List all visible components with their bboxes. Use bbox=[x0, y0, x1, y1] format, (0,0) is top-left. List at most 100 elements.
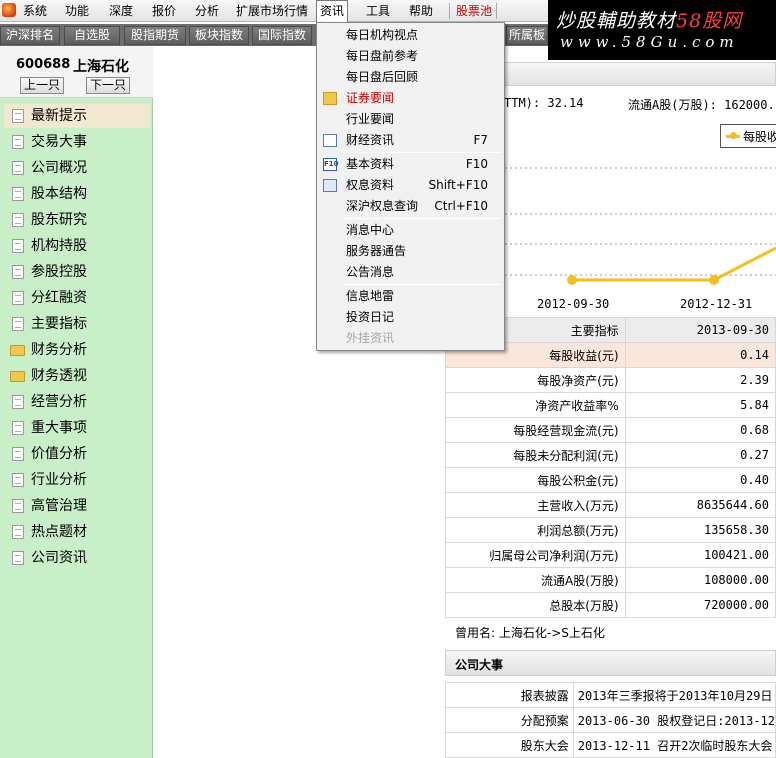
dropdown-item-shortcut: Ctrl+F10 bbox=[434, 199, 488, 213]
sidebar-item[interactable]: 热点题材 bbox=[4, 520, 150, 544]
doc-icon bbox=[12, 551, 24, 565]
pe-ttm-text: TTM): 32.14 bbox=[504, 96, 584, 110]
indicator-label: 每股未分配利润(元) bbox=[445, 442, 626, 468]
dropdown-item[interactable]: 公告消息 bbox=[317, 262, 504, 283]
sidebar-item-label: 行业分析 bbox=[31, 472, 87, 488]
tab-sector[interactable]: 所属板 bbox=[506, 26, 548, 45]
indicator-value: 135658.30 bbox=[624, 517, 776, 543]
table-row[interactable]: 股东大会 2013-12-11 召开2次临时股东大会 bbox=[445, 732, 776, 758]
sidebar-item[interactable]: 行业分析 bbox=[4, 468, 150, 492]
sidebar-item[interactable]: 分红融资 bbox=[4, 286, 150, 310]
event-label: 股东大会 bbox=[445, 732, 574, 758]
sidebar-item[interactable]: 公司资讯 bbox=[4, 546, 150, 570]
doc-icon bbox=[12, 473, 24, 487]
sidebar-item[interactable]: 经营分析 bbox=[4, 390, 150, 414]
dropdown-item[interactable]: 深沪权息查询 Ctrl+F10 bbox=[317, 196, 504, 217]
table-row[interactable]: 流通A股(万股) 108000.00 bbox=[445, 567, 776, 593]
table-row[interactable]: 净资产收益率% 5.84 bbox=[445, 392, 776, 418]
dropdown-item[interactable]: 权息资料 Shift+F10 bbox=[317, 175, 504, 196]
dropdown-item[interactable]: 信息地雷 bbox=[317, 286, 504, 307]
indicator-value: 720000.00 bbox=[624, 592, 776, 618]
sidebar-item-label: 财务透视 bbox=[31, 368, 87, 384]
dropdown-item-label: 每日机构视点 bbox=[346, 28, 419, 42]
sidebar-item[interactable]: 财务分析 bbox=[4, 338, 150, 362]
event-text: 2013-06-30 股权登记日:2013-12 bbox=[572, 707, 776, 733]
sidebar-item[interactable]: 参股控股 bbox=[4, 260, 150, 284]
menu-system[interactable]: 系统 bbox=[20, 0, 50, 22]
prev-stock-button[interactable]: 上一只 bbox=[20, 77, 64, 94]
dropdown-item[interactable]: 每日盘后回顾 bbox=[317, 67, 504, 88]
sidebar-item-label: 经营分析 bbox=[31, 394, 87, 410]
dropdown-item[interactable]: 财经资讯 F7 bbox=[317, 130, 504, 151]
tab-sector-index[interactable]: 板块指数 bbox=[189, 26, 249, 45]
menu-extended-market[interactable]: 扩展市场行情 bbox=[233, 0, 311, 22]
table-row[interactable]: 每股净资产(元) 2.39 bbox=[445, 367, 776, 393]
table-row[interactable]: 归属母公司净利润(万元) 100421.00 bbox=[445, 542, 776, 568]
next-stock-button[interactable]: 下一只 bbox=[86, 77, 130, 94]
legend-line-marker bbox=[726, 132, 740, 139]
dropdown-item-label: 证券要闻 bbox=[346, 91, 395, 105]
sidebar-item[interactable]: 机构持股 bbox=[4, 234, 150, 258]
menu-function[interactable]: 功能 bbox=[62, 0, 92, 22]
dropdown-item[interactable]: 每日盘前参考 bbox=[317, 46, 504, 67]
dropdown-item[interactable]: 每日机构视点 bbox=[317, 25, 504, 46]
menu-info[interactable]: 资讯 bbox=[316, 0, 349, 22]
dropdown-item[interactable]: 投资日记 bbox=[317, 307, 504, 328]
brand-site: 58股网 bbox=[676, 10, 743, 32]
table-row[interactable]: 每股公积金(元) 0.40 bbox=[445, 467, 776, 493]
brand-url: www.58Gu.com bbox=[560, 33, 739, 51]
stock-name: 上海石化 bbox=[73, 59, 129, 75]
event-text: 2013年三季报将于2013年10月29日 bbox=[572, 682, 776, 708]
dropdown-item[interactable]: 证券要闻 bbox=[317, 88, 504, 109]
dropdown-separator bbox=[343, 218, 501, 219]
tab-watchlist[interactable]: 自选股 bbox=[64, 26, 120, 45]
menu-quote[interactable]: 报价 bbox=[149, 0, 179, 22]
dropdown-item[interactable]: 服务器通告 bbox=[317, 241, 504, 262]
table-row[interactable]: 主营收入(万元) 8635644.60 bbox=[445, 492, 776, 518]
menu-depth[interactable]: 深度 bbox=[106, 0, 136, 22]
sidebar-item[interactable]: 股本结构 bbox=[4, 182, 150, 206]
table-row[interactable]: 每股未分配利润(元) 0.27 bbox=[445, 442, 776, 468]
doc-icon bbox=[12, 447, 24, 461]
sidebar-item[interactable]: 交易大事 bbox=[4, 130, 150, 154]
dropdown-item[interactable]: 行业要闻 bbox=[317, 109, 504, 130]
sidebar-item[interactable]: 重大事项 bbox=[4, 416, 150, 440]
table-row[interactable]: 每股经营现金流(元) 0.68 bbox=[445, 417, 776, 443]
doc-icon bbox=[12, 291, 24, 305]
indicator-table: 主要指标 2013-09-30 每股收益(元) 0.14 每股净资产(元) 2.39 净资产… bbox=[445, 317, 776, 618]
sheet-icon bbox=[323, 134, 337, 147]
dropdown-separator bbox=[343, 284, 501, 285]
dropdown-item[interactable]: F10 基本资料 F10 bbox=[317, 154, 504, 175]
brand-banner: 炒股輔助教材58股网 www.58Gu.com bbox=[548, 0, 776, 60]
table-row[interactable]: 总股本(万股) 720000.00 bbox=[445, 592, 776, 618]
sidebar-item[interactable]: 高管治理 bbox=[4, 494, 150, 518]
menu-tools[interactable]: 工具 bbox=[363, 0, 393, 22]
sidebar-item[interactable]: 股东研究 bbox=[4, 208, 150, 232]
sidebar-item-label: 参股控股 bbox=[31, 264, 87, 280]
events-title: 公司大事 bbox=[455, 658, 504, 672]
sidebar-item[interactable]: 最新提示 bbox=[4, 104, 150, 128]
dropdown-item-label: 信息地雷 bbox=[346, 289, 395, 303]
data-point bbox=[567, 275, 577, 285]
sidebar-item[interactable]: 主要指标 bbox=[4, 312, 150, 336]
table-row[interactable]: 利润总额(万元) 135658.30 bbox=[445, 517, 776, 543]
dropdown-item[interactable]: 消息中心 bbox=[317, 220, 504, 241]
table-row[interactable]: 报表披露 2013年三季报将于2013年10月29日 bbox=[445, 682, 776, 708]
table-row[interactable]: 分配预案 2013-06-30 股权登记日:2013-12 bbox=[445, 707, 776, 733]
menu-separator bbox=[449, 3, 450, 19]
menu-stock-pool[interactable]: 股票池 bbox=[453, 0, 495, 22]
folder-icon bbox=[10, 345, 25, 356]
dropdown-item[interactable]: 外挂资讯 bbox=[317, 328, 504, 349]
indicator-value: 0.14 bbox=[624, 342, 776, 368]
sidebar-item[interactable]: 价值分析 bbox=[4, 442, 150, 466]
tab-intl-index[interactable]: 国际指数 bbox=[252, 26, 312, 45]
sidebar-item[interactable]: 公司概况 bbox=[4, 156, 150, 180]
indicator-value: 0.68 bbox=[624, 417, 776, 443]
tab-shsz-ranking[interactable]: 沪深排名 bbox=[0, 26, 60, 45]
dropdown-item-shortcut: F7 bbox=[473, 133, 488, 147]
menu-analysis[interactable]: 分析 bbox=[192, 0, 222, 22]
menu-help[interactable]: 帮助 bbox=[406, 0, 436, 22]
tab-index-futures[interactable]: 股指期货 bbox=[124, 26, 186, 45]
sidebar-item[interactable]: 财务透视 bbox=[4, 364, 150, 388]
doc-icon bbox=[12, 525, 24, 539]
